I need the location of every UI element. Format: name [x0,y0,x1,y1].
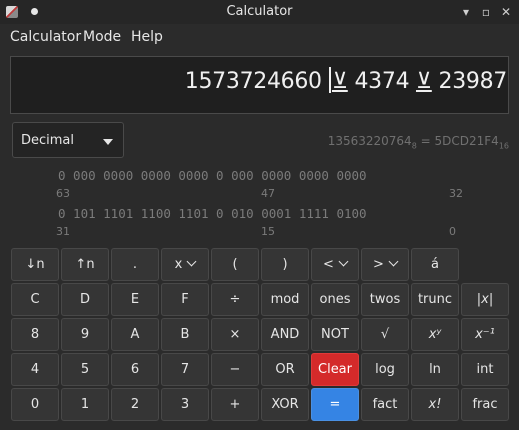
absolute-value-button[interactable]: |x| [461,283,509,316]
subtract-button[interactable]: − [211,353,259,386]
digit-c-button[interactable]: C [11,283,59,316]
operand-2: 4374 [354,69,410,94]
xor-operator-1: ⊻ [331,69,348,94]
xor-button[interactable]: XOR [261,388,309,421]
number-base-value: Decimal [21,133,75,148]
number-base-select[interactable]: Decimal [12,122,124,158]
xor-operator-2: ⊻ [415,69,432,94]
character-code-button[interactable]: á [411,248,459,281]
title-bar: Calculator ▾ ▫ ✕ [0,0,519,24]
menu-bar: Calculator Mode Help [0,24,519,50]
clear-button[interactable]: Clear [311,353,359,386]
and-button[interactable]: AND [261,318,309,351]
power-button[interactable]: xʸ [411,318,459,351]
equals-button[interactable]: = [311,388,359,421]
factorize-button[interactable]: fact [361,388,409,421]
digit-1-button[interactable]: 1 [61,388,109,421]
open-paren-button[interactable]: ( [211,248,259,281]
multiply-button[interactable]: × [211,318,259,351]
root-button[interactable]: √ [361,318,409,351]
bit-label-63: 63 [56,187,70,200]
bit-label-31: 31 [56,225,70,238]
shift-left-menu-button[interactable]: < [311,248,359,281]
digit-7-button[interactable]: 7 [161,353,209,386]
log-button[interactable]: log [361,353,409,386]
subscript-menu-button[interactable]: x [161,248,209,281]
digit-f-button[interactable]: F [161,283,209,316]
minimize-icon[interactable]: ▾ [458,4,474,20]
operand-3: 23987 [438,69,508,94]
add-button[interactable]: + [211,388,259,421]
equals-sign: = [420,134,431,148]
digit-3-button[interactable]: 3 [161,388,209,421]
bit-label-32: 32 [449,187,463,200]
hex-base: 16 [498,141,509,151]
fraction-part-button[interactable]: frac [461,388,509,421]
close-paren-button[interactable]: ) [261,248,309,281]
truncate-button[interactable]: trunc [411,283,459,316]
base-conversion-readout: 135632207648 = 5DCD21F416 [328,134,509,150]
integer-part-button[interactable]: int [461,353,509,386]
menu-mode[interactable]: Mode [83,29,121,45]
factorial-button[interactable]: x! [411,388,459,421]
divide-button[interactable]: ÷ [211,283,259,316]
shift-left-label: < [323,257,334,272]
digit-5-button[interactable]: 5 [61,353,109,386]
mod-button[interactable]: mod [261,283,309,316]
menu-help[interactable]: Help [131,29,163,45]
twos-complement-button[interactable]: twos [361,283,409,316]
bit-label-15: 15 [261,225,275,238]
digit-a-button[interactable]: A [111,318,159,351]
window-title: Calculator [226,4,293,19]
chevron-down-icon [388,256,399,267]
bit-label-47: 47 [261,187,275,200]
digit-2-button[interactable]: 2 [111,388,159,421]
digit-b-button[interactable]: B [161,318,209,351]
chevron-down-icon [338,256,349,267]
close-icon[interactable]: ✕ [498,4,514,20]
chevron-down-icon [103,139,113,145]
digit-4-button[interactable]: 4 [11,353,59,386]
octal-base: 8 [411,141,417,151]
maximize-icon[interactable]: ▫ [478,4,494,20]
digit-9-button[interactable]: 9 [61,318,109,351]
or-button[interactable]: OR [261,353,309,386]
menu-calculator[interactable]: Calculator [10,29,81,45]
text-cursor [329,67,331,93]
octal-value: 13563220764 [327,134,412,148]
shift-right-label: > [373,257,384,272]
expression-text: 1573724660 ⊻ 4374 ⊻ 23987 [185,67,507,94]
subscript-label: x [174,257,183,272]
shift-left-button[interactable]: ↑n [61,248,109,281]
bit-row-high[interactable]: 0 000 0000 0000 0000 0 000 0000 0000 000… [58,168,367,183]
ln-button[interactable]: ln [411,353,459,386]
ones-complement-button[interactable]: ones [311,283,359,316]
hex-value: 5DCD21F4 [434,134,499,148]
digit-8-button[interactable]: 8 [11,318,59,351]
bit-label-0: 0 [449,225,456,238]
chevron-down-icon [186,256,197,267]
bit-row-low[interactable]: 0 101 1101 1100 1101 0 010 0001 1111 010… [58,206,367,221]
decimal-point-button[interactable]: . [111,248,159,281]
operand-1: 1573724660 [184,69,322,94]
not-button[interactable]: NOT [311,318,359,351]
expression-display[interactable]: 1573724660 ⊻ 4374 ⊻ 23987 [10,56,509,114]
inverse-button[interactable]: x⁻¹ [461,318,509,351]
digit-6-button[interactable]: 6 [111,353,159,386]
shift-right-menu-button[interactable]: > [361,248,409,281]
digit-e-button[interactable]: E [111,283,159,316]
digit-d-button[interactable]: D [61,283,109,316]
shift-right-button[interactable]: ↓n [11,248,59,281]
digit-0-button[interactable]: 0 [11,388,59,421]
